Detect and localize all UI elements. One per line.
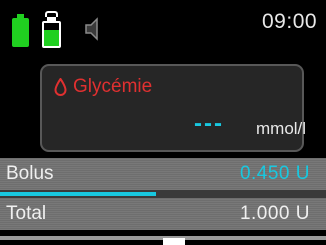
total-label: Total — [6, 203, 47, 224]
glycemia-header: Glycémie — [54, 74, 152, 100]
bolus-row[interactable]: Bolus 0.450 U — [0, 158, 326, 190]
speaker-muted-icon — [85, 17, 98, 41]
clock-time: 09:00 — [262, 10, 318, 33]
cartridge-level-fill — [44, 29, 59, 46]
insulin-cartridge-icon — [42, 11, 61, 48]
bolus-label: Bolus — [6, 163, 54, 184]
glycemia-unit: mmol/l — [256, 119, 307, 138]
glycemia-panel[interactable]: Glycémie --- mmol/l — [40, 64, 307, 152]
battery-full-icon — [12, 14, 29, 47]
status-bar: 09:00 — [0, 0, 326, 56]
pump-screen: 09:00 Glycémie --- mmol/l Bolus 0.450 U … — [0, 0, 326, 245]
page-indicator — [163, 238, 185, 245]
total-row[interactable]: Total 1.000 U — [0, 198, 326, 230]
bolus-value: 0.450 U — [239, 163, 310, 184]
bolus-progress-fill — [0, 192, 156, 196]
blood-drop-icon — [54, 77, 67, 96]
bolus-progress-bar — [0, 190, 326, 198]
glycemia-value: --- — [194, 110, 224, 137]
glycemia-label: Glycémie — [73, 76, 153, 97]
total-value: 1.000 U — [239, 203, 310, 224]
